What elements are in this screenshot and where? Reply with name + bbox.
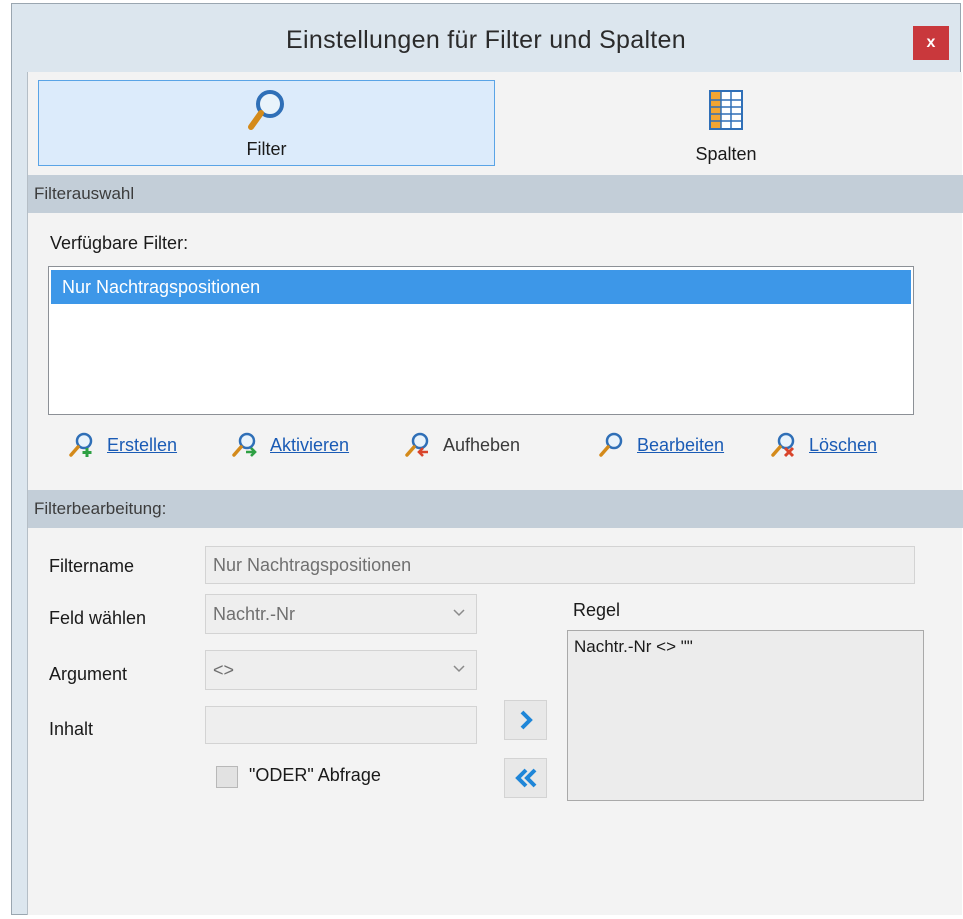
inhalt-label: Inhalt: [49, 719, 94, 739]
tab-spalten-label: Spalten: [695, 144, 757, 164]
dialog-content: Filter Spalten Filterauswahl Verfügbare …: [27, 72, 963, 915]
feld-label: Feld wählen: [49, 608, 147, 628]
regel-box[interactable]: Nachtr.-Nr <> "": [567, 630, 924, 801]
aktivieren-label: Aktivieren: [270, 434, 350, 455]
bearbeiten-label: Bearbeiten: [637, 434, 725, 455]
erstellen-button[interactable]: Erstellen: [69, 430, 177, 460]
oder-label: "ODER" Abfrage: [249, 765, 381, 785]
regel-label: Regel: [573, 600, 621, 620]
filtername-input[interactable]: Nur Nachtragspositionen: [205, 546, 915, 584]
chevron-down-icon: [453, 665, 465, 673]
bearbeiten-button[interactable]: Bearbeiten: [599, 430, 724, 460]
search-icon: [245, 87, 289, 140]
table-columns-icon: [709, 90, 743, 135]
tab-filter[interactable]: Filter: [38, 80, 495, 166]
dialog-window: Einstellungen für Filter und Spalten x F…: [11, 3, 963, 915]
tab-spalten[interactable]: Spalten: [497, 80, 955, 166]
available-filters-list[interactable]: Nur Nachtragspositionen: [48, 266, 914, 415]
add-rule-button[interactable]: [504, 700, 547, 740]
filter-edit-icon: [599, 432, 623, 457]
loeschen-label: Löschen: [809, 434, 878, 455]
aufheben-button[interactable]: Aufheben: [405, 430, 520, 460]
list-item[interactable]: Nur Nachtragspositionen: [51, 270, 911, 304]
available-filters-label: Verfügbare Filter:: [50, 233, 189, 253]
chevron-right-icon: [520, 710, 533, 730]
title-bar[interactable]: Einstellungen für Filter und Spalten x: [12, 4, 960, 72]
close-button[interactable]: x: [913, 26, 949, 60]
window-title: Einstellungen für Filter und Spalten: [286, 26, 686, 54]
double-chevron-left-icon: [514, 768, 536, 788]
section-filterbearbeitung: Filterbearbeitung:: [28, 490, 963, 528]
feld-select[interactable]: Nachtr.-Nr: [205, 594, 477, 634]
erstellen-label: Erstellen: [107, 434, 178, 455]
filtername-label: Filtername: [49, 556, 135, 576]
loeschen-button[interactable]: Löschen: [771, 430, 877, 460]
filter-add-icon: [69, 432, 93, 457]
chevron-down-icon: [453, 609, 465, 617]
feld-value: Nachtr.-Nr: [213, 603, 296, 624]
section-filterauswahl: Filterauswahl: [28, 175, 963, 213]
filter-delete-icon: [771, 432, 795, 458]
filter-activate-icon: [232, 432, 257, 457]
filter-remove-icon: [405, 432, 429, 457]
aufheben-label: Aufheben: [443, 434, 521, 455]
aktivieren-button[interactable]: Aktivieren: [232, 430, 349, 460]
tab-filter-label: Filter: [246, 139, 287, 159]
argument-value: <>: [213, 659, 235, 680]
oder-checkbox[interactable]: [216, 766, 238, 788]
inhalt-input[interactable]: [205, 706, 477, 744]
argument-label: Argument: [49, 664, 128, 684]
remove-rule-button[interactable]: [504, 758, 547, 798]
filtername-value: Nur Nachtragspositionen: [213, 554, 412, 575]
regel-value: Nachtr.-Nr <> "": [574, 637, 693, 656]
argument-select[interactable]: <>: [205, 650, 477, 690]
